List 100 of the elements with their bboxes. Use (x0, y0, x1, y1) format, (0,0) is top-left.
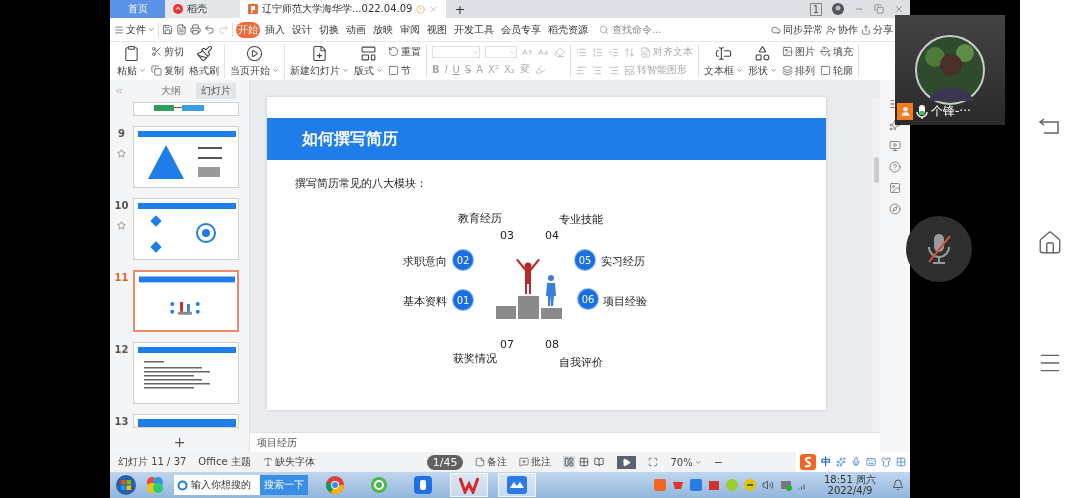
layers-icon[interactable] (782, 65, 793, 76)
ribbon-button[interactable]: 粘贴 (117, 44, 146, 78)
punctuation-icon[interactable] (836, 457, 846, 467)
toolbar-button[interactable]: 协作 (826, 22, 858, 37)
input-method-logo-icon[interactable] (800, 454, 816, 470)
window-count-badge[interactable]: 1 (809, 2, 822, 16)
ribbon-button[interactable]: 图片 (782, 44, 815, 59)
outdent-icon[interactable] (608, 46, 619, 58)
clock[interactable]: 18:51 周六 2022/4/9 (824, 474, 876, 496)
screen-icon[interactable] (889, 140, 901, 152)
network-icon[interactable] (780, 479, 792, 491)
slide-thumbnail[interactable] (133, 102, 239, 116)
ribbon-button[interactable]: 排列 (782, 63, 815, 78)
ribbon-button[interactable]: 形状 (748, 44, 777, 78)
save-icon[interactable] (162, 24, 173, 35)
ribbon-button[interactable]: 剪切 (151, 44, 184, 59)
restore-icon[interactable] (874, 4, 884, 14)
skin-icon[interactable] (881, 457, 891, 467)
close-icon[interactable] (429, 4, 439, 14)
start-button[interactable] (116, 475, 136, 495)
comment-button[interactable]: 批注 (519, 455, 552, 469)
shrink-font-icon[interactable] (538, 46, 549, 58)
notes-icon[interactable] (475, 457, 486, 467)
slide-thumbnail[interactable] (133, 198, 239, 260)
tray-icon[interactable] (708, 479, 720, 491)
view-button[interactable] (578, 456, 591, 468)
reset-icon[interactable] (388, 46, 399, 57)
back-icon[interactable] (1038, 116, 1062, 136)
paintbrush-icon[interactable] (195, 44, 213, 62)
tab[interactable]: 稻壳 (165, 0, 240, 18)
align-right-icon[interactable] (608, 64, 619, 76)
help-icon[interactable] (889, 161, 901, 173)
slide-thumbnail[interactable] (133, 126, 239, 188)
panel-tab[interactable]: 大纲 (156, 83, 186, 99)
clipboard-icon[interactable] (123, 44, 140, 62)
toolbox-icon[interactable] (896, 457, 906, 467)
panel-tab[interactable]: 幻灯片 (196, 83, 236, 99)
ribbon-tab[interactable]: 动画 (344, 21, 368, 38)
fit-icon[interactable] (648, 457, 659, 467)
toolbar-button[interactable]: 同步异常 (771, 22, 823, 37)
user-icon[interactable] (826, 24, 836, 35)
meeting-icon[interactable] (690, 479, 702, 491)
slide-thumbnail[interactable] (133, 414, 239, 428)
align-left-icon[interactable] (576, 64, 587, 76)
ribbon-tab[interactable]: 放映 (371, 21, 395, 38)
notification-icon[interactable] (892, 479, 904, 491)
slide-thumbnail[interactable] (133, 270, 239, 332)
new-slide-icon[interactable] (311, 44, 328, 62)
new-tab-button[interactable]: + (454, 1, 466, 17)
slideshow-button[interactable] (617, 455, 637, 469)
input-mode-toggle[interactable]: 中 (821, 455, 831, 469)
taskbar-app[interactable] (450, 473, 488, 497)
taskbar-app[interactable] (498, 473, 536, 497)
zoom-dropdown[interactable]: 70% (670, 456, 702, 468)
scissors-icon[interactable] (151, 46, 162, 57)
font-icon[interactable] (262, 457, 273, 467)
ribbon-tab[interactable]: 审阅 (398, 21, 422, 38)
ribbon-tab[interactable]: 插入 (263, 21, 287, 38)
ribbon-button[interactable]: 复制 (151, 63, 184, 78)
ribbon-button[interactable]: 当页开始 (230, 44, 279, 78)
ribbon-tab[interactable]: 稻壳资源 (546, 21, 590, 38)
grow-font-icon[interactable] (522, 46, 533, 58)
slide-thumbnail[interactable] (133, 342, 239, 404)
file-menu[interactable]: 文件 (114, 22, 155, 37)
fill-icon[interactable] (820, 46, 831, 57)
export-icon[interactable] (176, 24, 187, 35)
ribbon-button[interactable]: 节 (388, 63, 421, 78)
command-search-field[interactable]: 查找命令... (599, 22, 662, 37)
undo-icon[interactable] (204, 24, 215, 35)
ribbon-button[interactable]: 新建幻灯片 (290, 44, 349, 78)
app-icon[interactable] (146, 476, 164, 494)
ribbon-button[interactable]: 文本框 (704, 44, 743, 78)
web-search-field[interactable]: 输入你想搜的 (174, 475, 260, 495)
add-slide-button[interactable]: + (110, 432, 249, 452)
sort-icon[interactable] (624, 46, 635, 58)
ribbon-button[interactable]: 重置 (388, 44, 421, 59)
outline-icon[interactable] (820, 65, 831, 76)
microphone-icon[interactable] (851, 457, 861, 467)
tab[interactable]: 辽宁师范大学海华学...022.04.09 (240, 0, 447, 18)
play-icon[interactable] (246, 44, 263, 62)
input-method-logo-icon[interactable] (654, 479, 666, 491)
zoom-out-button[interactable]: − (713, 455, 723, 469)
smart-art-icon[interactable] (624, 64, 635, 76)
font-size-field[interactable] (485, 46, 517, 58)
bullet-list-icon[interactable] (576, 46, 587, 58)
compass-icon[interactable] (889, 203, 901, 215)
copy-icon[interactable] (151, 65, 162, 76)
missing-font-button[interactable]: 缺失字体 (262, 455, 315, 469)
cloud-icon[interactable] (771, 24, 781, 35)
ribbon-button[interactable]: 填充 (820, 44, 853, 59)
font-name-field[interactable] (432, 46, 480, 58)
section-icon[interactable] (388, 65, 399, 76)
align-text-icon[interactable] (640, 46, 651, 58)
ribbon-button[interactable]: 格式刷 (189, 44, 219, 78)
tray-icon[interactable] (744, 479, 756, 491)
ribbon-tab[interactable]: 设计 (290, 21, 314, 38)
ribbon-tab[interactable]: 开发工具 (452, 21, 496, 38)
notes-button[interactable]: 备注 (475, 455, 508, 469)
shapes-icon[interactable] (754, 44, 771, 62)
scrollbar[interactable] (872, 97, 880, 432)
